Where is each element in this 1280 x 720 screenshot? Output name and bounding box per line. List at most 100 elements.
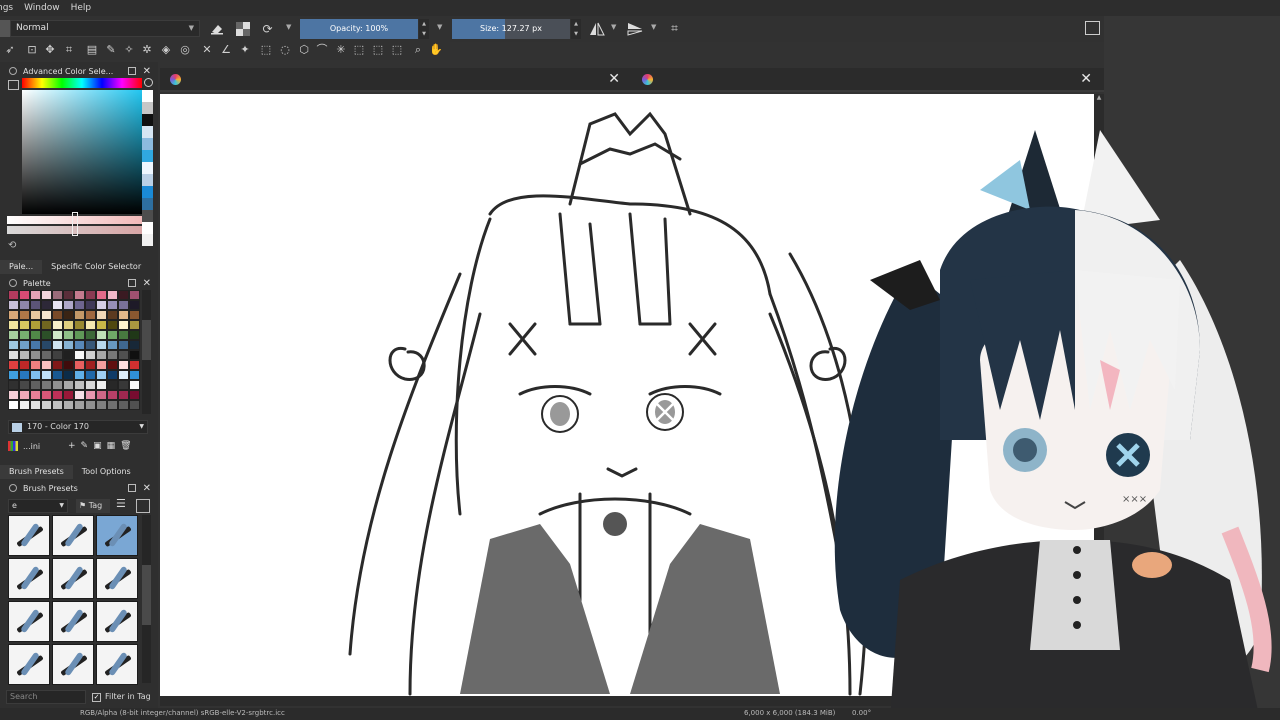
palette-swatch[interactable] xyxy=(118,290,129,300)
palette-swatch[interactable] xyxy=(85,300,96,310)
palette-swatch[interactable] xyxy=(30,310,41,320)
palette-swatch[interactable] xyxy=(118,360,129,370)
palette-swatch[interactable] xyxy=(19,350,30,360)
palette-swatch[interactable] xyxy=(52,330,63,340)
brush-tag-filter[interactable]: e ▼ xyxy=(8,499,68,513)
palette-swatch[interactable] xyxy=(107,390,118,400)
size-slider[interactable]: Size: 127.27 px xyxy=(452,19,570,39)
palette-swatch[interactable] xyxy=(41,320,52,330)
add-icon[interactable]: + xyxy=(68,441,76,451)
palette-swatch[interactable] xyxy=(8,400,19,410)
palette-swatch[interactable] xyxy=(8,300,19,310)
palette-swatch[interactable] xyxy=(96,390,107,400)
palette-swatch[interactable] xyxy=(19,330,30,340)
palette-swatch[interactable] xyxy=(30,350,41,360)
palette-swatch[interactable] xyxy=(41,350,52,360)
palette-swatch[interactable] xyxy=(107,320,118,330)
brush-preset-tile[interactable] xyxy=(8,601,50,642)
move-icon[interactable]: ✥ xyxy=(43,43,57,57)
palette-swatch[interactable] xyxy=(8,340,19,350)
palette-swatch[interactable] xyxy=(63,330,74,340)
close-icon[interactable]: ✕ xyxy=(143,66,151,77)
settings-icon[interactable] xyxy=(8,80,19,90)
palette-swatch[interactable] xyxy=(19,400,30,410)
eraser-icon[interactable] xyxy=(208,20,225,37)
palette-swatch[interactable] xyxy=(96,340,107,350)
palette-swatch[interactable] xyxy=(30,290,41,300)
palette-swatch[interactable] xyxy=(41,290,52,300)
palette-swatch[interactable] xyxy=(85,350,96,360)
palette-swatch[interactable] xyxy=(118,350,129,360)
color-picker-icon[interactable]: ✎ xyxy=(104,43,118,57)
polygon-select-icon[interactable]: ⬡ xyxy=(297,43,311,57)
brush-preset-tile[interactable] xyxy=(8,558,50,599)
tag-button[interactable]: ⚑ Tag xyxy=(76,499,110,513)
palette-grid[interactable] xyxy=(8,290,140,414)
palette-swatch[interactable] xyxy=(52,310,63,320)
palette-swatch[interactable] xyxy=(52,380,63,390)
palette-swatch[interactable] xyxy=(74,320,85,330)
palette-swatch[interactable] xyxy=(129,290,140,300)
chevron-down-icon[interactable]: ▼ xyxy=(651,23,656,31)
palette-swatch[interactable] xyxy=(52,340,63,350)
reload-preset-icon[interactable]: ⟳ xyxy=(259,20,276,37)
palette-swatch[interactable] xyxy=(74,330,85,340)
palette-swatch[interactable] xyxy=(96,360,107,370)
history-swatch[interactable] xyxy=(142,126,153,138)
edit-icon[interactable]: ✎ xyxy=(81,441,89,451)
palette-swatch[interactable] xyxy=(41,360,52,370)
transform-icon[interactable]: ⊡ xyxy=(25,43,39,57)
history-swatch[interactable] xyxy=(142,186,153,198)
palette-swatch[interactable] xyxy=(63,370,74,380)
history-swatch[interactable] xyxy=(142,138,153,150)
history-swatch[interactable] xyxy=(142,210,153,222)
contiguous-select-icon[interactable]: ✳ xyxy=(334,43,348,57)
chevron-down-icon[interactable]: ▼ xyxy=(286,23,291,31)
palette-swatch[interactable] xyxy=(129,340,140,350)
palette-name[interactable]: ...ini xyxy=(23,442,63,451)
palette-swatch[interactable] xyxy=(118,380,129,390)
tab-tool-options[interactable]: Tool Options xyxy=(72,465,140,479)
lock-icon[interactable] xyxy=(9,279,17,287)
close-icon[interactable]: ✕ xyxy=(143,278,151,289)
history-swatch[interactable] xyxy=(142,174,153,186)
palette-swatch[interactable] xyxy=(63,290,74,300)
palette-swatch[interactable] xyxy=(41,340,52,350)
magic-icon[interactable]: ✲ xyxy=(140,43,154,57)
assistant-icon[interactable]: ✕ xyxy=(200,43,214,57)
palette-swatch[interactable] xyxy=(129,320,140,330)
tab-specific-color-selector[interactable]: Specific Color Selector xyxy=(42,260,151,274)
scroll-up-icon[interactable]: ▲ xyxy=(1094,94,1104,101)
palette-swatch[interactable] xyxy=(96,320,107,330)
palette-swatch[interactable] xyxy=(74,290,85,300)
palette-swatch[interactable] xyxy=(107,330,118,340)
palette-swatch[interactable] xyxy=(8,330,19,340)
refresh-icon[interactable]: ⟲ xyxy=(8,240,16,251)
close-icon[interactable]: ✕ xyxy=(1080,71,1092,87)
palette-swatch[interactable] xyxy=(8,350,19,360)
palette-swatch[interactable] xyxy=(52,400,63,410)
palette-swatch[interactable] xyxy=(19,390,30,400)
palette-swatch[interactable] xyxy=(8,370,19,380)
palette-swatch[interactable] xyxy=(41,390,52,400)
palette-swatch[interactable] xyxy=(107,380,118,390)
menu-settings[interactable]: ngs xyxy=(0,3,19,13)
palette-swatch[interactable] xyxy=(96,290,107,300)
palette-swatch[interactable] xyxy=(118,300,129,310)
palette-swatch[interactable] xyxy=(63,400,74,410)
palette-swatch[interactable] xyxy=(74,380,85,390)
palette-swatch[interactable] xyxy=(129,380,140,390)
palette-swatch[interactable] xyxy=(30,340,41,350)
brush-preset-tile[interactable] xyxy=(96,515,138,556)
palette-swatch[interactable] xyxy=(63,380,74,390)
brush-preset-tile[interactable] xyxy=(52,515,94,556)
hue-bar[interactable] xyxy=(22,78,142,88)
palette-swatch[interactable] xyxy=(129,310,140,320)
palette-swatch[interactable] xyxy=(30,380,41,390)
palette-swatch[interactable] xyxy=(19,340,30,350)
palette-swatch[interactable] xyxy=(41,330,52,340)
palette-swatch[interactable] xyxy=(74,310,85,320)
lock-icon[interactable] xyxy=(9,67,17,75)
palette-swatch[interactable] xyxy=(19,360,30,370)
brush-preset-tile[interactable] xyxy=(96,601,138,642)
